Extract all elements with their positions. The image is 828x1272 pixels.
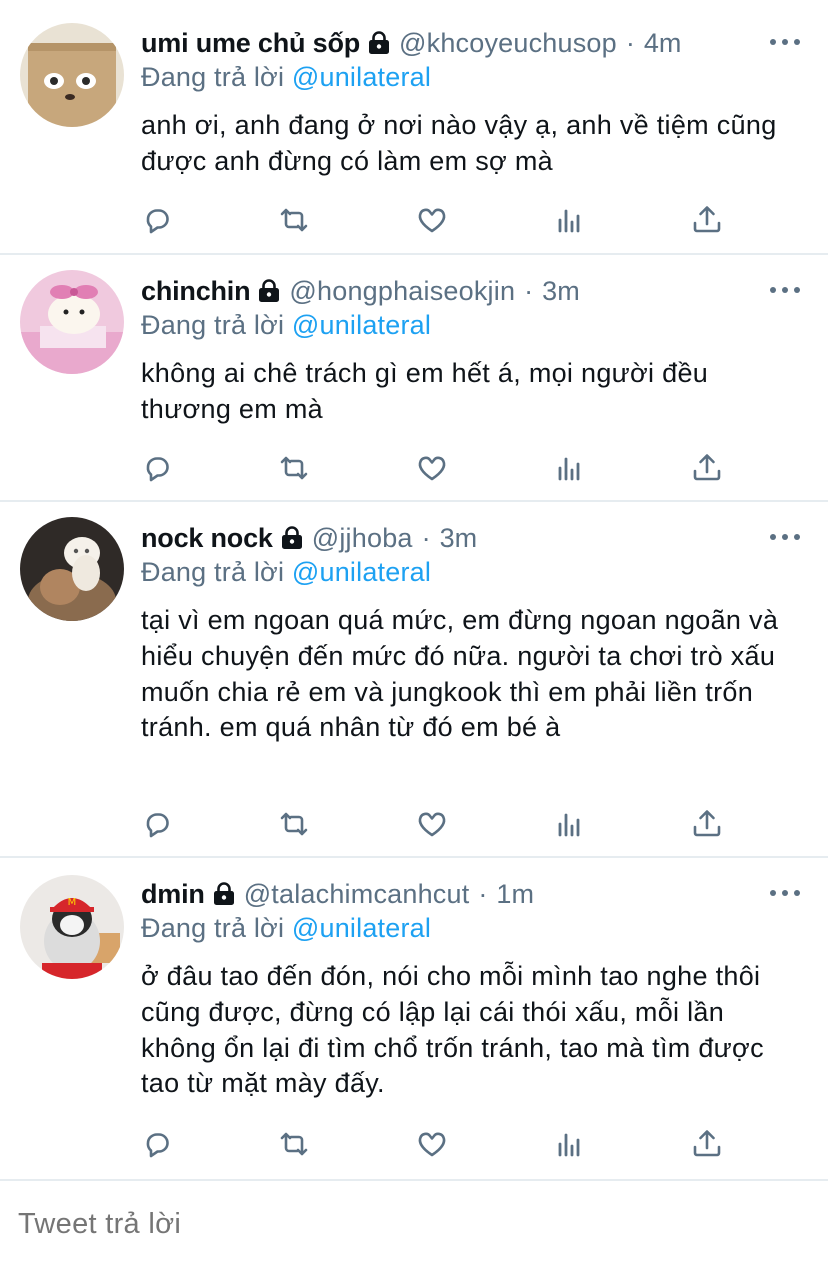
avatar[interactable] [20,270,124,374]
reply-icon[interactable] [137,200,177,240]
tweet[interactable]: M dmin @talachimcanhcut · 1m Đang trả lờ… [0,858,828,1179]
avatar[interactable] [20,517,124,621]
paper-bag-cat-avatar [20,23,124,127]
user-handle[interactable]: @jjhoba [312,523,413,554]
separator-dot: · [524,275,534,306]
display-name[interactable]: chinchin [141,276,251,307]
replying-to: Đang trả lời @unilateral [141,913,431,944]
kittens-avatar [20,517,124,621]
share-icon[interactable] [687,1124,727,1164]
tweet-text: ở đâu tao đến đón, nói cho mỗi mình tao … [141,961,764,1099]
retweet-icon[interactable] [274,1124,314,1164]
analytics-icon[interactable] [550,448,590,488]
replying-to-label: Đang trả lời [141,913,285,943]
lock-icon [212,882,236,906]
tweet-text: anh ơi, anh đang ở nơi nào vậy ạ, anh về… [141,110,777,176]
mention-link[interactable]: @unilateral [292,557,431,587]
tweet-header: dmin @talachimcanhcut · 1m [141,877,534,911]
display-name[interactable]: nock nock [141,523,273,554]
like-icon[interactable] [412,804,452,844]
share-icon[interactable] [687,448,727,488]
replying-to: Đang trả lời @unilateral [141,62,431,93]
mention-link[interactable]: @unilateral [292,310,431,340]
retweet-icon[interactable] [274,804,314,844]
action-bar [0,1124,828,1164]
timestamp[interactable]: 3m [440,523,478,554]
more-options-icon[interactable] [770,525,800,549]
tweet-text: không ai chê trách gì em hết á, mọi ngườ… [141,358,709,424]
separator-dot: · [421,522,431,553]
more-options-icon[interactable] [770,881,800,905]
mention-link[interactable]: @unilateral [292,913,431,943]
analytics-icon[interactable] [550,200,590,240]
analytics-icon[interactable] [550,804,590,844]
replying-to-label: Đang trả lời [141,557,285,587]
tweet-header: nock nock @jjhoba · 3m [141,521,477,555]
user-handle[interactable]: @hongphaiseokjin [289,276,515,307]
analytics-icon[interactable] [550,1124,590,1164]
avatar[interactable] [20,23,124,127]
timestamp[interactable]: 4m [644,28,682,59]
separator-dot: · [625,27,635,58]
reply-input[interactable] [18,1208,798,1241]
retweet-icon[interactable] [274,448,314,488]
reply-icon[interactable] [137,1124,177,1164]
replying-to: Đang trả lời @unilateral [141,557,431,588]
reply-icon[interactable] [137,448,177,488]
timestamp[interactable]: 1m [496,879,534,910]
timestamp[interactable]: 3m [542,276,580,307]
action-bar [0,200,828,240]
lock-icon [257,279,281,303]
share-icon[interactable] [687,200,727,240]
tweet-header: umi ume chủ sốp @khcoyeuchusop · 4m [141,26,681,60]
user-handle[interactable]: @khcoyeuchusop [399,28,617,59]
tweet[interactable]: umi ume chủ sốp @khcoyeuchusop · 4m Đang… [0,0,828,253]
lock-icon [280,526,304,550]
reply-icon[interactable] [137,804,177,844]
display-name[interactable]: umi ume chủ sốp [141,28,360,59]
tweet-text: tại vì em ngoan quá mức, em đừng ngoan n… [141,605,779,743]
penguin-cap-avatar: M [20,875,124,979]
more-options-icon[interactable] [770,278,800,302]
replying-to-label: Đang trả lời [141,310,285,340]
user-handle[interactable]: @talachimcanhcut [244,879,470,910]
share-icon[interactable] [687,804,727,844]
retweet-icon[interactable] [274,200,314,240]
lock-icon [367,31,391,55]
like-icon[interactable] [412,448,452,488]
tweet[interactable]: chinchin @hongphaiseokjin · 3m Đang trả … [0,255,828,500]
action-bar [0,448,828,488]
display-name[interactable]: dmin [141,879,205,910]
tweet-header: chinchin @hongphaiseokjin · 3m [141,274,580,308]
like-icon[interactable] [412,1124,452,1164]
mention-link[interactable]: @unilateral [292,62,431,92]
separator-dot: · [478,878,488,909]
more-options-icon[interactable] [770,30,800,54]
replying-to-label: Đang trả lời [141,62,285,92]
svg-text:M: M [68,897,77,908]
replying-to: Đang trả lời @unilateral [141,310,431,341]
tweet[interactable]: nock nock @jjhoba · 3m Đang trả lời @uni… [0,502,828,856]
like-icon[interactable] [412,200,452,240]
avatar[interactable]: M [20,875,124,979]
action-bar [0,804,828,844]
hamster-pink-avatar [20,270,124,374]
